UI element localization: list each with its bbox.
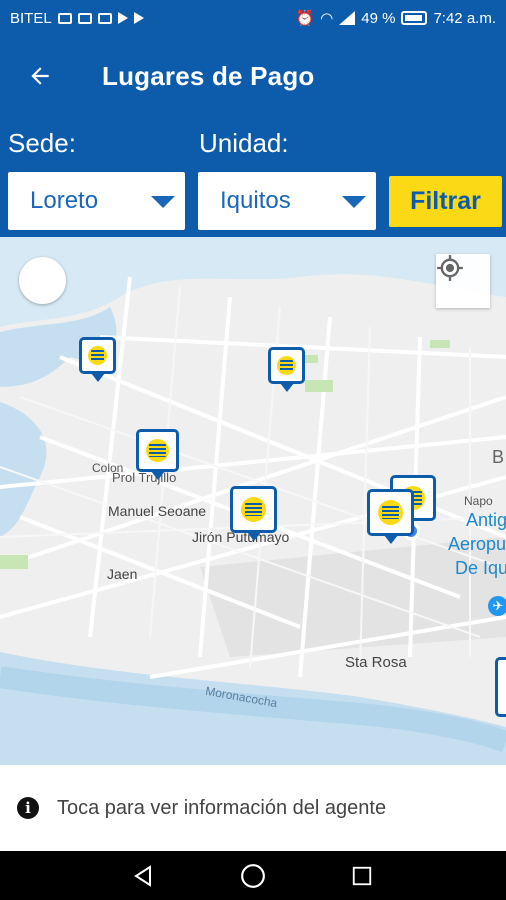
- triangle-back-icon: [134, 864, 152, 887]
- status-bar: BITEL ⏰ ◠ 49 % 7:42 a.m.: [0, 0, 506, 36]
- map-label: Jaen: [107, 566, 138, 582]
- status-left: BITEL: [10, 10, 144, 27]
- system-nav-bar: [0, 851, 506, 900]
- play-store-icon: [117, 12, 128, 24]
- pin-tail: [150, 471, 165, 480]
- map-label: Sta Rosa: [345, 654, 407, 671]
- unidad-select[interactable]: Iquitos: [198, 172, 376, 230]
- nav-recents-button[interactable]: [347, 861, 377, 891]
- alarm-icon: ⏰: [295, 10, 315, 27]
- airport-icon: ✈: [488, 596, 506, 616]
- nav-home-button[interactable]: [238, 861, 268, 891]
- agent-pin-box: [268, 347, 305, 384]
- compass-icon: [22, 265, 38, 271]
- nav-back-button[interactable]: [129, 861, 159, 891]
- app-bar: Lugares de Pago: [0, 36, 506, 116]
- crosshair-icon: [437, 255, 463, 281]
- pin-tail: [383, 535, 398, 544]
- sede-label: Sede:: [8, 128, 76, 158]
- circle-home-icon: [241, 863, 265, 888]
- page-title: Lugares de Pago: [102, 60, 315, 91]
- wifi-icon: ◠: [320, 10, 334, 27]
- pin-tail: [90, 373, 105, 382]
- agent-pin-box: [367, 489, 414, 536]
- map-label: De Iquitos: [455, 558, 506, 578]
- map-label: Manuel Seoane: [108, 503, 207, 519]
- bank-logo-icon: [276, 355, 297, 376]
- agent-pin[interactable]: [367, 489, 414, 544]
- arrow-left-icon: [31, 67, 49, 85]
- bank-logo-icon: [146, 439, 169, 462]
- agent-pin-box: [230, 486, 277, 533]
- map-label: B: [492, 447, 505, 467]
- bank-logo-icon: [240, 496, 267, 523]
- filter-bar: Sede: Unidad: Loreto Iquitos Filtrar: [0, 116, 506, 237]
- chevron-down-icon: [342, 196, 366, 208]
- map-label: Aeropuerto: [448, 534, 506, 554]
- back-button[interactable]: [0, 36, 80, 116]
- pin-tail: [279, 383, 294, 392]
- agent-pin[interactable]: [230, 486, 277, 541]
- map-view[interactable]: Prol Trujillo Manuel Seoane Jirón Putuma…: [0, 237, 506, 765]
- agent-pin[interactable]: [79, 337, 116, 382]
- agent-pin[interactable]: [136, 429, 179, 480]
- my-location-button[interactable]: [436, 254, 490, 308]
- compass-button[interactable]: [19, 257, 66, 304]
- play-icon: [133, 12, 144, 24]
- info-text: Toca para ver información del agente: [57, 796, 387, 819]
- bank-logo-icon: [377, 499, 404, 526]
- agent-pin[interactable]: [495, 657, 506, 717]
- agent-pin-box: [79, 337, 116, 374]
- clock: 7:42 a.m.: [433, 9, 496, 27]
- gallery-icon: [97, 12, 112, 24]
- info-icon: i: [17, 797, 39, 819]
- agent-pin-box: [495, 657, 506, 717]
- unidad-label: Unidad:: [199, 128, 289, 158]
- map-label: Napo: [464, 494, 493, 508]
- unidad-value: Iquitos: [220, 187, 291, 214]
- bank-logo-icon: [87, 345, 108, 366]
- chevron-down-icon: [151, 196, 175, 208]
- map-label: Colon: [92, 461, 124, 475]
- sede-value: Loreto: [30, 187, 99, 214]
- sede-select[interactable]: Loreto: [8, 172, 185, 230]
- square-recents-icon: [352, 866, 371, 885]
- info-bar[interactable]: i Toca para ver información del agente: [0, 765, 506, 851]
- carrier-name: BITEL: [10, 9, 52, 27]
- map-label: Antiguo: [466, 510, 506, 530]
- status-right: ⏰ ◠ 49 % 7:42 a.m.: [295, 9, 496, 28]
- battery-icon: [401, 11, 428, 25]
- agent-pin-box: [136, 429, 179, 472]
- filter-button[interactable]: Filtrar: [389, 176, 502, 227]
- battery-percent: 49 %: [361, 9, 396, 27]
- pin-tail: [246, 532, 261, 541]
- screen-icon: [57, 12, 72, 24]
- mail-icon: [77, 12, 92, 24]
- signal-icon: [339, 11, 356, 25]
- agent-pin[interactable]: [268, 347, 305, 392]
